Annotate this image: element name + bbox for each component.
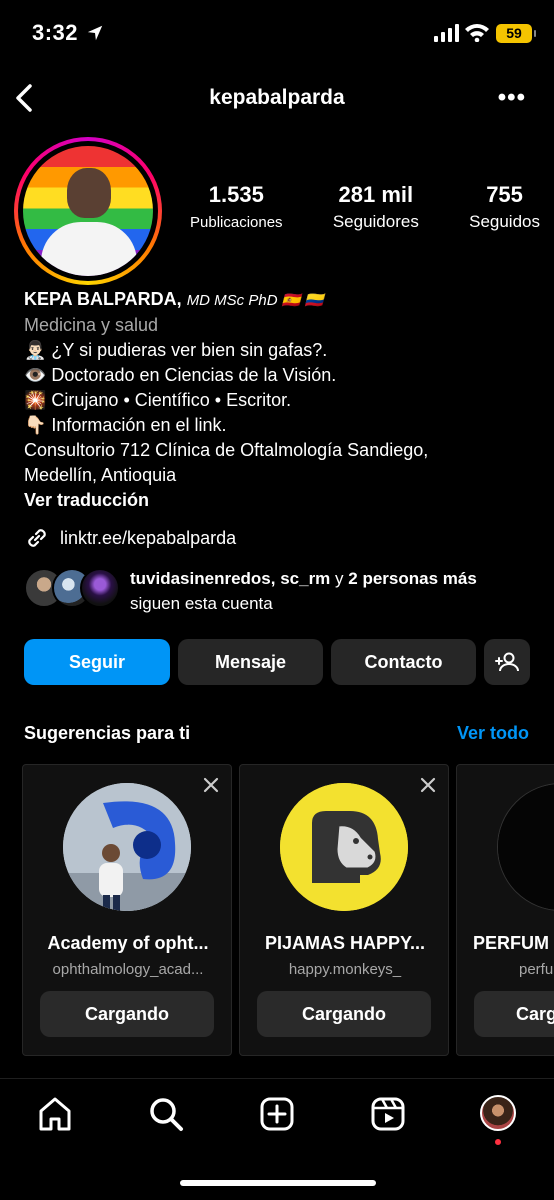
suggestion-name: PERFUM: [473, 933, 549, 953]
see-all-link[interactable]: Ver todo: [457, 723, 529, 744]
home-indicator: [180, 1180, 376, 1186]
more-options-icon[interactable]: •••: [498, 84, 526, 112]
stat-value: 281 mil: [338, 182, 414, 207]
suggestion-name: PIJAMAS HAPPY...: [264, 933, 426, 953]
followed-by[interactable]: tuvidasinenredos, sc_rm y 2 personas más…: [24, 566, 477, 616]
suggestion-name: Academy of opht...: [47, 933, 209, 953]
add-person-icon: [495, 652, 519, 672]
bio-line: 👁️ Doctorado en Ciencias de la Visión.: [24, 365, 337, 385]
bio-line: 👨🏻‍⚕️ ¿Y si pudieras ver bien sin gafas?…: [24, 340, 328, 360]
suggestion-loading-button[interactable]: Cargando: [40, 991, 214, 1037]
stat-posts[interactable]: 1.535 Publicaciones: [190, 182, 283, 242]
suggestion-loading-button[interactable]: Cargando: [257, 991, 431, 1037]
stat-value: 1.535: [208, 182, 264, 207]
bio-line: 👇🏻 Información en el link.: [24, 415, 227, 435]
followed-by-names: tuvidasinenredos, sc_rm: [130, 569, 331, 588]
suggestion-card[interactable]: D Perf PERFUM perfu Carg: [456, 764, 554, 1056]
link-icon: [28, 529, 46, 547]
profile-bio: KEPA BALPARDA, MD MSc PhD 🇪🇸 🇨🇴 Medicina…: [24, 287, 534, 513]
profile-avatar-tab[interactable]: [480, 1095, 516, 1131]
suggestion-avatar: D Perf: [497, 783, 554, 911]
profile-link[interactable]: linktr.ee/kepabalparda: [24, 525, 236, 551]
suggestion-card[interactable]: Academy of opht... ophthalmology_acad...…: [22, 764, 232, 1056]
bio-line: Consultorio 712 Clínica de Oftalmología …: [24, 440, 429, 460]
display-name-suffix: MD MSc PhD 🇪🇸 🇨🇴: [186, 292, 324, 309]
follower-avatars: [24, 566, 124, 610]
suggestion-handle: perfu: [519, 961, 554, 978]
suggestion-avatar: [280, 783, 408, 911]
search-icon[interactable]: [147, 1095, 185, 1133]
follow-button[interactable]: Seguir: [24, 639, 170, 685]
battery-indicator: 59: [496, 24, 536, 43]
notification-dot: [495, 1139, 501, 1145]
profile-username: kepabalparda: [209, 86, 345, 109]
profile-link-text: linktr.ee/kepabalparda: [60, 527, 237, 548]
suggestion-handle: happy.monkeys_: [288, 961, 402, 978]
followed-by-and: y: [335, 569, 344, 588]
profile-category: Medicina y salud: [24, 315, 159, 335]
location-arrow-icon: [87, 25, 103, 41]
home-icon[interactable]: [36, 1095, 74, 1133]
suggestions-carousel[interactable]: Academy of opht... ophthalmology_acad...…: [22, 764, 554, 1056]
profile-display-name: KEPA BALPARDA, MD MSc PhD 🇪🇸 🇨🇴: [24, 287, 534, 313]
dismiss-icon[interactable]: [418, 775, 438, 795]
dismiss-icon[interactable]: [201, 775, 221, 795]
status-bar: 3:32 59: [0, 0, 554, 66]
display-name-text: KEPA BALPARDA,: [24, 289, 182, 309]
profile-avatar: [23, 146, 153, 276]
suggestion-card[interactable]: PIJAMAS HAPPY... happy.monkeys_ Cargando: [239, 764, 449, 1056]
stat-following[interactable]: 755 Seguidos: [469, 182, 540, 242]
message-button[interactable]: Mensaje: [178, 639, 323, 685]
stat-followers[interactable]: 281 mil Seguidores: [333, 182, 419, 242]
contact-button[interactable]: Contacto: [331, 639, 476, 685]
followed-by-text: tuvidasinenredos, sc_rm y 2 personas más…: [130, 566, 477, 616]
cellular-signal-icon: [434, 24, 459, 42]
follower-avatar: [80, 568, 120, 608]
suggestion-handle: ophthalmology_acad...: [52, 961, 204, 978]
stat-label: Seguidores: [332, 212, 419, 231]
followed-by-more: 2 personas más: [348, 569, 477, 588]
see-translation-link[interactable]: Ver traducción: [24, 488, 534, 513]
suggestions-title: Sugerencias para ti: [24, 723, 191, 743]
followed-by-suffix: siguen esta cuenta: [130, 594, 273, 613]
create-icon[interactable]: [258, 1095, 296, 1133]
profile-stats: 1.535 Publicaciones 281 mil Seguidores 7…: [190, 182, 540, 242]
bio-line: 🎇 Cirujano • Científico • Escritor.: [24, 390, 292, 410]
suggestion-loading-button[interactable]: Carg: [474, 991, 554, 1037]
bio-line: Medellín, Antioquia: [24, 465, 177, 485]
reels-icon[interactable]: [369, 1095, 407, 1133]
profile-actions: Seguir Mensaje Contacto: [24, 639, 530, 685]
stat-value: 755: [486, 182, 523, 207]
suggestion-avatar: [63, 783, 191, 911]
status-time: 3:32: [32, 20, 79, 45]
stat-label: Publicaciones: [190, 214, 283, 231]
profile-header: kepabalparda •••: [0, 74, 554, 122]
profile-avatar-story-ring[interactable]: [14, 137, 162, 285]
stat-label: Seguidos: [469, 212, 540, 231]
suggest-people-button[interactable]: [484, 639, 530, 685]
wifi-icon: [465, 24, 489, 42]
